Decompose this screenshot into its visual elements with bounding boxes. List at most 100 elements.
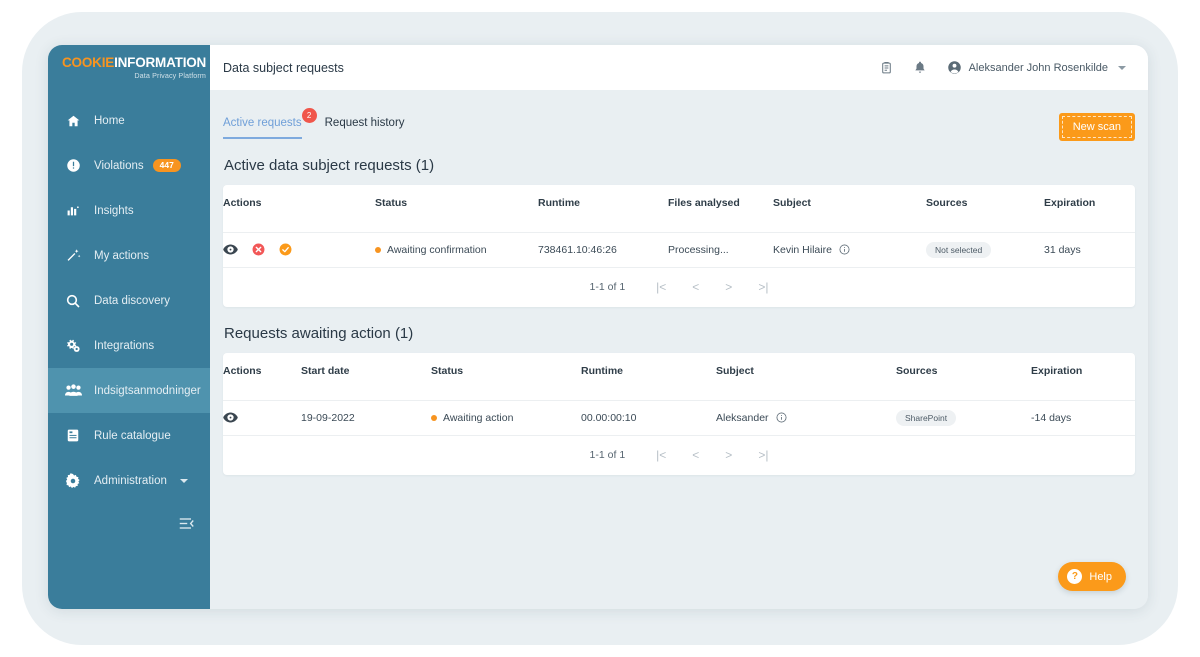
pager-next-button[interactable]: > — [725, 280, 732, 294]
cell-runtime: 738461.10:46:26 — [538, 243, 617, 256]
sources-chip: Not selected — [926, 241, 992, 258]
column-header-runtime: Runtime — [581, 353, 716, 401]
pager-first-button[interactable]: |< — [656, 280, 666, 294]
cell-sources: Not selected — [926, 232, 1044, 267]
eye-icon[interactable] — [223, 244, 238, 255]
cell-actions — [223, 232, 375, 267]
table-row[interactable]: Awaiting confirmation 738461.10:46:26 Pr… — [223, 232, 1135, 267]
cell-expiration: 31 days — [1044, 243, 1081, 256]
cell-sources: SharePoint — [896, 400, 1031, 435]
subject-name: Aleksander — [716, 411, 769, 424]
sidebar-item-label: Integrations — [94, 339, 155, 352]
info-icon[interactable] — [839, 244, 850, 255]
column-header-sources: Sources — [896, 353, 1031, 401]
sidebar-item-violations[interactable]: Violations 447 — [48, 143, 210, 188]
page-title: Data subject requests — [223, 60, 344, 75]
column-header-expiration: Expiration — [1044, 185, 1135, 233]
cell-actions — [223, 400, 301, 435]
awaiting-action-card: Actions Start date Status Runtime Subjec… — [223, 353, 1135, 475]
column-header-runtime: Runtime — [538, 185, 668, 233]
table-header-row: Actions Start date Status Runtime Subjec… — [223, 353, 1135, 401]
active-requests-title-text: Active data subject requests — [224, 157, 412, 174]
cell-status: Awaiting action — [431, 400, 581, 435]
user-name: Aleksander John Rosenkilde — [968, 61, 1108, 74]
column-header-files-analysed: Files analysed — [668, 185, 773, 233]
sidebar-item-label: Home — [94, 114, 125, 127]
subject-name: Kevin Hilaire — [773, 243, 832, 256]
chevron-down-icon — [1118, 65, 1126, 70]
sidebar-item-insights[interactable]: Insights — [48, 188, 210, 233]
pager-prev-button[interactable]: < — [692, 280, 699, 294]
help-button-label: Help — [1089, 570, 1112, 583]
reject-circle-icon[interactable] — [252, 243, 265, 256]
awaiting-action-title: Requests awaiting action (1) — [224, 325, 1135, 342]
new-scan-button[interactable]: New scan — [1058, 113, 1135, 141]
column-header-subject: Subject — [773, 185, 926, 233]
active-requests-card: Actions Status Runtime Files analysed Su… — [223, 185, 1135, 307]
cell-files-analysed: Processing... — [668, 243, 729, 256]
pager-prev-button[interactable]: < — [692, 448, 699, 462]
column-header-status: Status — [431, 353, 581, 401]
main-area: Data subject requests Aleksander John Ro… — [210, 45, 1148, 609]
awaiting-action-title-text: Requests awaiting action — [224, 325, 391, 342]
tab-label: Request history — [324, 117, 405, 129]
magic-wand-icon — [63, 247, 83, 265]
brand-name-information: INFORMATION — [114, 55, 207, 70]
eye-icon[interactable] — [223, 412, 238, 423]
sidebar-item-label: Violations — [94, 159, 144, 172]
tab-request-history[interactable]: Request history — [325, 117, 405, 139]
clipboard-icon[interactable] — [880, 60, 893, 75]
cell-subject: Kevin Hilaire — [773, 232, 926, 267]
brand-name: COOKIEINFORMATION — [62, 55, 210, 70]
cell-start-date: 19-09-2022 — [301, 411, 355, 424]
bell-icon[interactable] — [913, 60, 927, 75]
search-icon — [63, 292, 83, 310]
sidebar-nav: Home Violations 447 Insights My actions … — [48, 98, 210, 503]
book-icon — [63, 427, 83, 445]
sidebar-item-indsigtsanmodninger[interactable]: Indsigtsanmodninger — [48, 368, 210, 413]
sidebar-item-label: My actions — [94, 249, 149, 262]
active-requests-pager: 1-1 of 1 |< < > >| — [223, 267, 1135, 307]
sidebar-item-label: Data discovery — [94, 294, 171, 307]
sidebar-item-my-actions[interactable]: My actions — [48, 233, 210, 278]
topbar: Data subject requests Aleksander John Ro… — [210, 45, 1148, 90]
column-header-sources: Sources — [926, 185, 1044, 233]
sidebar-item-integrations[interactable]: Integrations — [48, 323, 210, 368]
table-row[interactable]: 19-09-2022 Awaiting action 00.00:00:10 A… — [223, 400, 1135, 435]
column-header-subject: Subject — [716, 353, 896, 401]
column-header-actions: Actions — [223, 353, 301, 401]
collapse-menu-button[interactable] — [48, 503, 210, 549]
chevron-down-icon[interactable] — [180, 478, 188, 483]
brand-logo[interactable]: COOKIEINFORMATION Data Privacy Platform — [48, 45, 210, 90]
pager-first-button[interactable]: |< — [656, 448, 666, 462]
sidebar-item-label: Indsigtsanmodninger — [94, 384, 201, 397]
awaiting-action-table: Actions Start date Status Runtime Subjec… — [223, 353, 1135, 435]
sidebar-item-home[interactable]: Home — [48, 98, 210, 143]
sidebar-item-data-discovery[interactable]: Data discovery — [48, 278, 210, 323]
user-avatar-icon — [947, 60, 962, 75]
info-icon[interactable] — [776, 412, 787, 423]
tabs: Active requests 2 Request history New sc… — [223, 90, 1135, 141]
alert-circle-icon — [63, 157, 83, 175]
pager-next-button[interactable]: > — [725, 448, 732, 462]
approve-circle-icon[interactable] — [279, 243, 292, 256]
sidebar-item-label: Rule catalogue — [94, 429, 171, 442]
people-group-icon — [63, 382, 83, 400]
status-text: Awaiting action — [443, 411, 514, 424]
sidebar-item-administration[interactable]: Administration — [48, 458, 210, 503]
gear-icon — [63, 472, 83, 490]
collapse-menu-icon — [179, 517, 194, 535]
app-window: COOKIEINFORMATION Data Privacy Platform … — [48, 45, 1148, 609]
active-requests-title: Active data subject requests (1) — [224, 157, 1135, 174]
sidebar: COOKIEINFORMATION Data Privacy Platform … — [48, 45, 210, 609]
user-menu[interactable]: Aleksander John Rosenkilde — [947, 60, 1126, 75]
help-button[interactable]: ? Help — [1058, 562, 1126, 591]
tab-badge-count: 2 — [301, 108, 317, 123]
pager-last-button[interactable]: >| — [758, 448, 768, 462]
column-header-status: Status — [375, 185, 538, 233]
pager-last-button[interactable]: >| — [758, 280, 768, 294]
tab-active-requests[interactable]: Active requests 2 — [223, 108, 317, 139]
active-requests-table: Actions Status Runtime Files analysed Su… — [223, 185, 1135, 267]
sidebar-item-rule-catalogue[interactable]: Rule catalogue — [48, 413, 210, 458]
violations-badge: 447 — [152, 159, 181, 172]
